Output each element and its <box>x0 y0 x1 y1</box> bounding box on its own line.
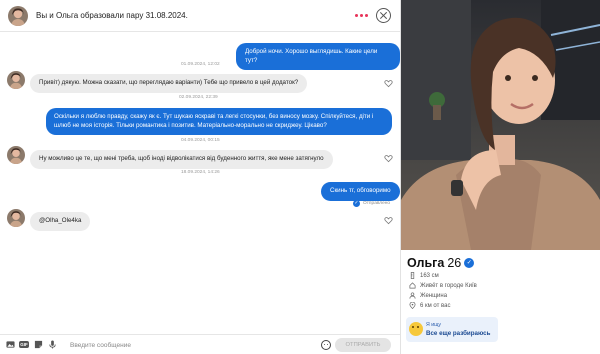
message-list[interactable]: Доброй ночи. Хорошо выглядишь. Какие цел… <box>0 32 400 330</box>
person-icon <box>409 292 416 299</box>
message-timestamp: 01.09.2024, 12:02 <box>181 62 220 67</box>
thinking-emoji-icon <box>409 322 423 336</box>
match-avatar[interactable] <box>8 5 28 26</box>
like-heart-icon[interactable] <box>384 216 393 225</box>
delivery-status: ✓ Отправлено <box>353 200 390 207</box>
profile-panel: Ольга 26 ✓ 163 см Живёт в городе Київ Же… <box>401 0 600 354</box>
message-input[interactable] <box>70 339 310 351</box>
profile-fact-gender: Женщина <box>409 292 447 299</box>
like-heart-icon[interactable] <box>384 154 393 163</box>
image-upload-icon[interactable] <box>5 340 15 350</box>
profile-fact-height: 163 см <box>409 272 439 279</box>
home-icon <box>409 282 416 289</box>
message-incoming: Ну можливо це те, що мені треба, щоб іно… <box>30 150 333 169</box>
profile-name-row: Ольга 26 ✓ <box>407 256 475 270</box>
message-timestamp: 02.09.2024, 22:39 <box>179 95 218 100</box>
looking-for-card: Я ищу Все еще разбираюсь <box>406 317 498 342</box>
like-heart-icon[interactable] <box>384 79 393 88</box>
verified-badge-icon: ✓ <box>464 258 475 268</box>
profile-photo[interactable] <box>401 0 600 250</box>
ruler-icon <box>409 272 416 279</box>
location-pin-icon <box>409 302 416 309</box>
match-info-title: Вы и Ольга образовали пару 31.08.2024. <box>36 11 188 20</box>
looking-for-label: Я ищу <box>426 322 442 328</box>
message-timestamp: 18.09.2024, 14:26 <box>181 170 220 175</box>
message-composer: GIF ОТПРАВИТЬ <box>0 334 400 354</box>
emoji-icon[interactable] <box>321 340 331 350</box>
match-avatar[interactable] <box>7 146 25 164</box>
chat-header: Вы и Ольга образовали пару 31.08.2024. <box>0 0 400 32</box>
delivery-status-label: Отправлено <box>363 201 391 206</box>
message-timestamp: 04.09.2024, 00:15 <box>181 138 220 143</box>
send-button[interactable]: ОТПРАВИТЬ <box>335 338 391 352</box>
message-outgoing: Оскільки я люблю правду, скажу як є. Тут… <box>46 108 392 135</box>
message-outgoing: Скинь тг, обговоримо <box>321 182 400 201</box>
sent-check-icon: ✓ <box>353 200 360 207</box>
looking-for-value: Все еще разбираюсь <box>426 330 491 337</box>
message-incoming: @Olha_Ole4ka <box>30 212 91 231</box>
message-incoming: Привіт) дякую. Можна сказати, що перегля… <box>30 74 308 93</box>
sticker-icon[interactable] <box>33 340 43 350</box>
voice-message-icon[interactable] <box>47 340 57 350</box>
more-options-icon[interactable] <box>354 10 368 20</box>
gif-button[interactable]: GIF <box>18 340 30 350</box>
profile-age: 26 <box>447 256 462 270</box>
match-avatar[interactable] <box>7 209 25 227</box>
profile-name: Ольга <box>407 256 445 270</box>
message-outgoing: Доброй ночи. Хорошо выглядишь. Какие цел… <box>236 43 400 70</box>
match-avatar[interactable] <box>7 71 25 89</box>
chat-panel: Вы и Ольга образовали пару 31.08.2024. Д… <box>0 0 400 354</box>
profile-fact-location: Живёт в городе Київ <box>409 282 477 289</box>
profile-fact-distance: 6 км от вас <box>409 302 451 309</box>
close-icon[interactable] <box>376 8 391 23</box>
